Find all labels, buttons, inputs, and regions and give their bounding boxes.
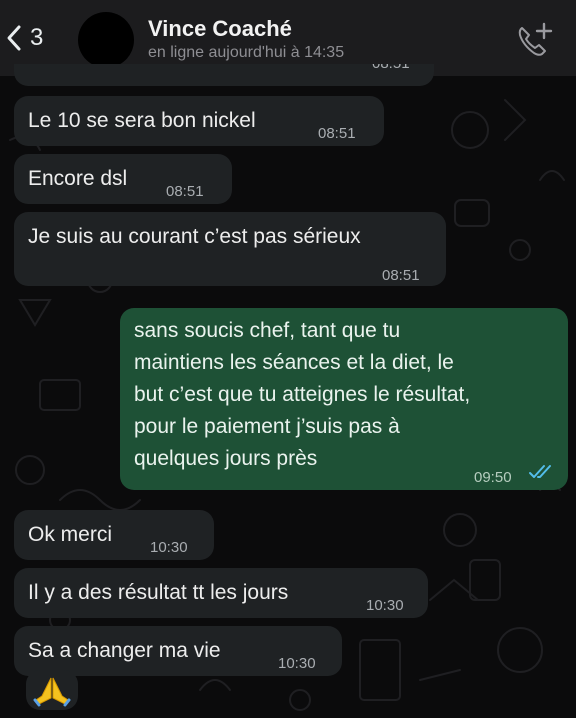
message-text: Il y a des résultat tt les jours	[28, 581, 289, 604]
back-button[interactable]: 3	[0, 18, 43, 58]
message-time: 08:51	[318, 125, 356, 142]
double-check-icon	[529, 465, 551, 478]
message-time: 09:50	[474, 469, 512, 486]
add-call-icon[interactable]	[514, 20, 554, 60]
message-bubble-incoming[interactable]: Le 10 se sera bon nickel 08:51	[14, 96, 384, 146]
message-time: 10:30	[278, 655, 316, 672]
message-bubble-incoming[interactable]: Je suis au courant c’est pas sérieux 08:…	[14, 212, 446, 286]
message-bubble-partial: 08:51	[14, 64, 434, 86]
back-chevron-icon	[7, 25, 21, 51]
message-bubble-incoming[interactable]: Il y a des résultat tt les jours 10:30	[14, 568, 428, 618]
contact-status: en ligne aujourd'hui à 14:35	[148, 44, 345, 61]
message-bubble-emoji[interactable]	[26, 670, 78, 710]
pray-emoji	[33, 677, 71, 707]
message-bubble-incoming[interactable]: Sa a changer ma vie 10:30	[14, 626, 342, 676]
message-text-line: maintiens les séances et la diet, le	[134, 351, 454, 374]
message-time: 08:51	[372, 64, 410, 72]
message-time: 08:51	[382, 267, 420, 284]
message-text: Le 10 se sera bon nickel	[28, 109, 256, 132]
message-text-line: but c’est que tu atteignes le résultat,	[134, 383, 471, 406]
message-text: Je suis au courant c’est pas sérieux	[28, 225, 361, 248]
avatar[interactable]	[78, 12, 134, 68]
message-bubble-incoming[interactable]: Encore dsl 08:51	[14, 154, 232, 204]
message-time: 08:51	[166, 183, 204, 200]
message-text: Ok merci	[28, 523, 112, 546]
message-time: 10:30	[150, 539, 188, 556]
message-text: Sa a changer ma vie	[28, 639, 221, 662]
message-text: Encore dsl	[28, 167, 128, 190]
message-bubble-incoming[interactable]: Ok merci 10:30	[14, 510, 214, 560]
message-text-line: sans soucis chef, tant que tu	[134, 319, 401, 342]
message-time: 10:30	[366, 597, 404, 614]
unread-count: 3	[30, 24, 44, 51]
contact-name[interactable]: Vince Coaché	[148, 16, 292, 42]
message-text-line: pour le paiement j’suis pas à	[134, 415, 400, 438]
message-bubble-outgoing[interactable]: sans soucis chef, tant que tu maintiens …	[120, 308, 568, 490]
